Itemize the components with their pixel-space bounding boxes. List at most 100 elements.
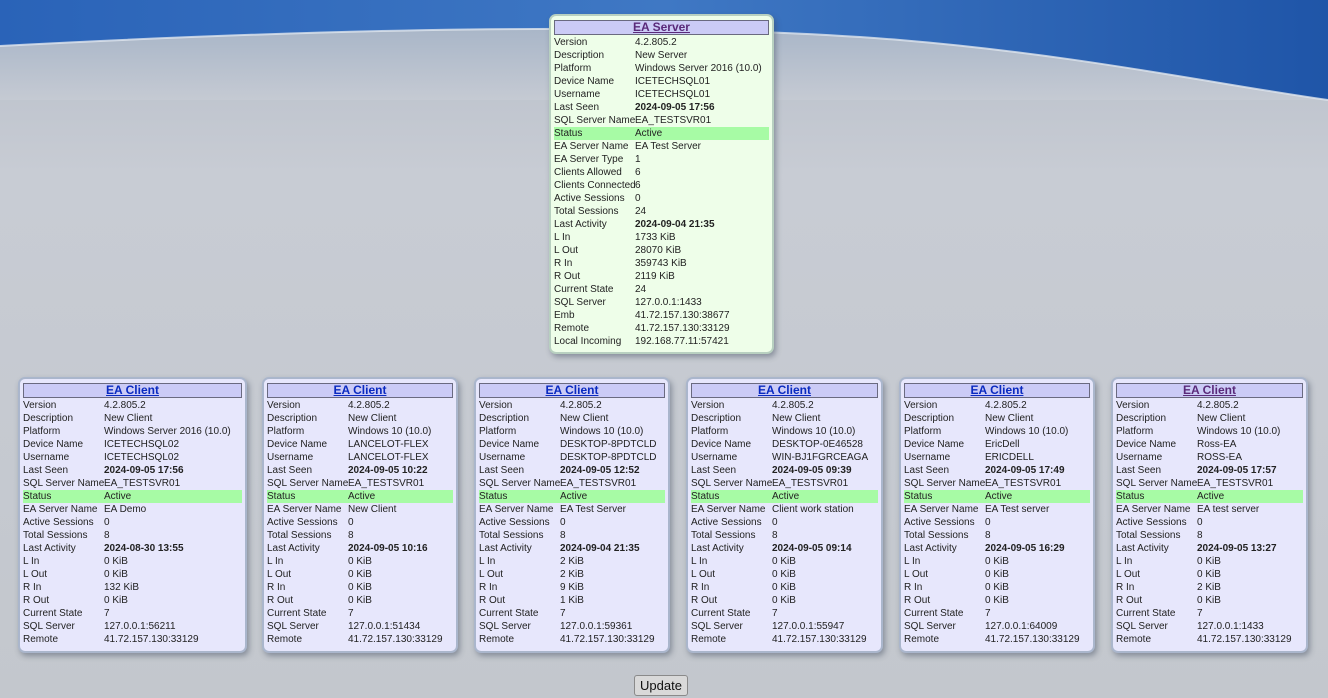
detail-row: L Out 0 KiB: [904, 568, 1090, 581]
detail-row: SQL Server Name EA_TESTSVR01: [23, 477, 242, 490]
field-label: R In: [23, 582, 42, 593]
detail-row: Version 4.2.805.2: [1116, 399, 1303, 412]
field-label: Username: [479, 452, 526, 463]
detail-row: SQL Server Name EA_TESTSVR01: [267, 477, 453, 490]
field-label: L In: [554, 232, 571, 243]
update-button[interactable]: Update: [634, 675, 688, 696]
detail-row: Platform Windows 10 (10.0): [267, 425, 453, 438]
field-value: ERICDELL: [985, 452, 1034, 463]
detail-row: Clients Allowed 6: [554, 166, 769, 179]
client-card-title-link[interactable]: EA Client: [479, 383, 665, 398]
field-label: Last Activity: [1116, 543, 1169, 554]
field-value: 0 KiB: [104, 556, 128, 567]
field-value: 2024-09-05 09:39: [772, 465, 852, 476]
detail-row: Last Seen 2024-09-05 17:49: [904, 464, 1090, 477]
field-label: Description: [1116, 413, 1167, 424]
server-card-title-link[interactable]: EA Server: [554, 20, 769, 35]
detail-row: Platform Windows 10 (10.0): [904, 425, 1090, 438]
field-label: Last Seen: [904, 465, 950, 476]
client-card-title-link[interactable]: EA Client: [267, 383, 453, 398]
field-label: L In: [1116, 556, 1133, 567]
field-label: Last Seen: [554, 102, 600, 113]
field-label: Last Seen: [1116, 465, 1162, 476]
field-label: Status: [904, 491, 933, 502]
detail-row: Last Activity 2024-09-05 10:16: [267, 542, 453, 555]
detail-row: Current State 7: [479, 607, 665, 620]
field-value: EA Test Server: [560, 504, 626, 515]
field-label: Status: [554, 128, 583, 139]
detail-row: SQL Server Name EA_TESTSVR01: [1116, 477, 1303, 490]
field-label: SQL Server: [554, 297, 606, 308]
field-value: 41.72.157.130:33129: [560, 634, 655, 645]
status-row: Status Active: [904, 490, 1090, 503]
field-label: L In: [23, 556, 40, 567]
field-label: Device Name: [904, 439, 965, 450]
detail-row: Last Seen 2024-09-05 17:56: [23, 464, 242, 477]
field-label: Total Sessions: [267, 530, 332, 541]
detail-row: Remote 41.72.157.130:33129: [554, 322, 769, 335]
detail-row: Last Activity 2024-08-30 13:55: [23, 542, 242, 555]
field-value: 28070 KiB: [635, 245, 682, 256]
field-value: 2024-09-05 17:56: [635, 102, 715, 113]
detail-row: Remote 41.72.157.130:33129: [691, 633, 878, 646]
field-value: 2024-09-05 12:52: [560, 465, 640, 476]
field-value: 0: [985, 517, 991, 528]
field-value: EA_TESTSVR01: [348, 478, 425, 489]
field-label: Remote: [691, 634, 727, 645]
field-label: SQL Server: [479, 621, 531, 632]
field-label: SQL Server Name: [904, 478, 985, 489]
field-label: Username: [554, 89, 601, 100]
detail-row: Description New Client: [691, 412, 878, 425]
field-value: 41.72.157.130:33129: [635, 323, 730, 334]
field-value: EA Test Server: [635, 141, 701, 152]
field-value: DESKTOP-8PDTCLD: [560, 439, 657, 450]
detail-row: Device Name DESKTOP-0E46528: [691, 438, 878, 451]
field-value: 1733 KiB: [635, 232, 676, 243]
client-card-title-link[interactable]: EA Client: [23, 383, 242, 398]
field-label: Remote: [267, 634, 303, 645]
field-value: Windows 10 (10.0): [772, 426, 856, 437]
field-value: 2024-09-04 21:35: [560, 543, 640, 554]
field-value: 6: [635, 180, 641, 191]
field-label: R In: [1116, 582, 1135, 593]
detail-row: Active Sessions 0: [1116, 516, 1303, 529]
field-label: Device Name: [554, 76, 615, 87]
field-value: 0 KiB: [104, 569, 128, 580]
field-value: 0 KiB: [772, 556, 796, 567]
field-label: L In: [267, 556, 284, 567]
field-label: L Out: [267, 569, 292, 580]
detail-row: SQL Server 127.0.0.1:51434: [267, 620, 453, 633]
detail-row: Platform Windows 10 (10.0): [1116, 425, 1303, 438]
field-value: Windows 10 (10.0): [1197, 426, 1281, 437]
client-details: Version 4.2.805.2 Description New Client Pla…: [904, 399, 1090, 646]
field-label: Total Sessions: [554, 206, 619, 217]
field-value: 0 KiB: [1197, 556, 1221, 567]
status-badge: Active: [635, 128, 663, 139]
detail-row: Emb 41.72.157.130:38677: [554, 309, 769, 322]
field-value: 41.72.157.130:33129: [772, 634, 867, 645]
detail-row: Last Activity 2024-09-05 16:29: [904, 542, 1090, 555]
field-value: EA Test server: [985, 504, 1050, 515]
detail-row: Current State 7: [691, 607, 878, 620]
detail-row: L In 0 KiB: [1116, 555, 1303, 568]
client-card-title-link[interactable]: EA Client: [691, 383, 878, 398]
field-value: 127.0.0.1:1433: [1197, 621, 1264, 632]
detail-row: Platform Windows Server 2016 (10.0): [554, 62, 769, 75]
detail-row: SQL Server 127.0.0.1:64009: [904, 620, 1090, 633]
detail-row: Current State 7: [1116, 607, 1303, 620]
field-value: 8: [348, 530, 354, 541]
field-value: 2024-09-05 17:56: [104, 465, 184, 476]
field-value: 2024-09-05 10:16: [348, 543, 428, 554]
field-label: Remote: [1116, 634, 1152, 645]
field-label: Remote: [554, 323, 590, 334]
field-label: EA Server Name: [691, 504, 766, 515]
field-value: 127.0.0.1:51434: [348, 621, 421, 632]
client-card-title-link[interactable]: EA Client: [1116, 383, 1303, 398]
field-value: 0: [560, 517, 566, 528]
field-value: 0 KiB: [1197, 569, 1221, 580]
field-value: New Client: [1197, 413, 1246, 424]
field-value: 0: [635, 193, 641, 204]
client-card-title-link[interactable]: EA Client: [904, 383, 1090, 398]
field-value: 0: [348, 517, 354, 528]
field-label: Local Incoming: [554, 336, 622, 347]
